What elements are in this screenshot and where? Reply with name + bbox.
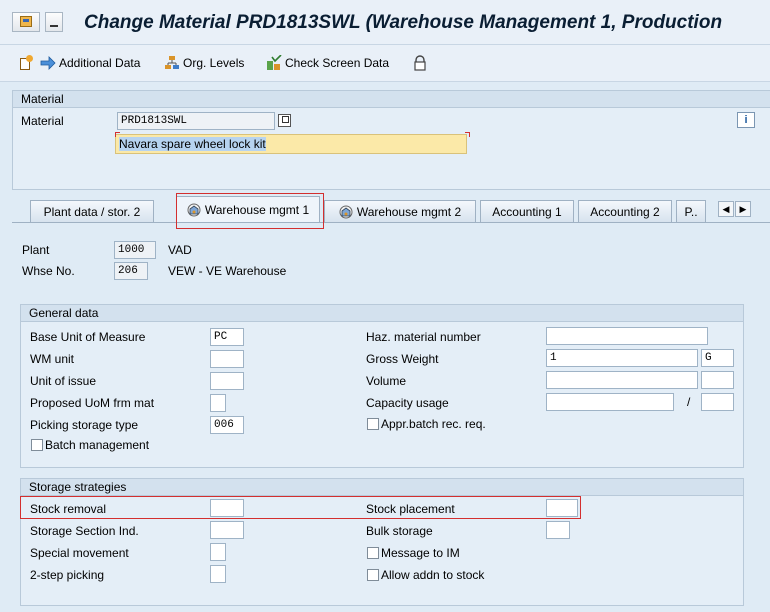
application-toolbar: Additional Data Org. Levels Check Screen… [0,45,770,82]
org-levels-button[interactable]: Org. Levels [164,54,244,72]
plant-field[interactable]: 1000 [114,241,156,259]
batch-management-label: Batch management [45,438,150,452]
material-label: Material [21,114,64,128]
check-screen-data-button[interactable]: Check Screen Data [266,54,389,72]
tab-scroll-right-icon[interactable]: ▶ [735,201,751,217]
allow-addn-checkbox[interactable] [367,569,379,581]
storage-section-label: Storage Section Ind. [30,524,139,538]
two-step-picking-field[interactable] [210,565,226,583]
special-movement-label: Special movement [30,546,129,560]
capacity-usage-label: Capacity usage [366,396,449,410]
tab-plant-data-stor-2[interactable]: Plant data / stor. 2 [30,200,154,222]
plant-label: Plant [22,243,50,257]
weight-unit-field[interactable]: G [701,349,734,367]
haz-material-label: Haz. material number [366,330,481,344]
capacity-unit-field[interactable] [701,393,734,411]
special-movement-field[interactable] [210,543,226,561]
title-bar: Change Material PRD1813SWL (Warehouse Ma… [0,0,770,45]
tab-strip: Plant data / stor. 2 Warehouse mgmt 1 Wa… [12,193,770,223]
gross-weight-field[interactable]: 1 [546,349,698,367]
window-title: Change Material PRD1813SWL (Warehouse Ma… [84,12,723,33]
appr-batch-label: Appr.batch rec. req. [381,417,486,431]
two-step-picking-label: 2-step picking [30,568,105,582]
message-to-im-label: Message to IM [381,546,460,560]
volume-unit-field[interactable] [701,371,734,389]
hierarchy-icon [164,55,180,71]
gross-weight-label: Gross Weight [366,352,439,366]
appr-batch-checkbox[interactable] [367,418,379,430]
highlight-active-tab [176,193,324,229]
material-description-text: Navara spare wheel lock kit [119,137,266,151]
whse-field[interactable]: 206 [114,262,148,280]
bulk-storage-label: Bulk storage [366,524,433,538]
volume-label: Volume [366,374,407,388]
info-icon[interactable]: i [737,112,755,128]
description-marker [465,132,470,137]
highlight-stock-strategies [20,496,581,519]
whse-label: Whse No. [22,264,75,278]
proposed-uom-field[interactable] [210,394,226,412]
picking-storage-type-field[interactable]: 006 [210,416,244,434]
haz-material-field[interactable] [546,327,708,345]
allow-addn-label: Allow addn to stock [381,568,485,582]
system-menu-icon[interactable] [12,12,40,32]
unit-of-issue-field[interactable] [210,372,244,390]
material-description-field[interactable]: Navara spare wheel lock kit [115,134,467,154]
capacity-usage-field[interactable] [546,393,674,411]
proposed-uom-label: Proposed UoM frm mat [30,396,155,410]
minimize-menu-icon[interactable] [45,12,63,32]
tab-warehouse-mgmt-2[interactable]: Warehouse mgmt 2 [324,200,476,222]
create-icon[interactable] [18,54,34,72]
check-screen-data-label: Check Screen Data [285,56,390,70]
material-section-heading: Material [13,91,770,108]
material-section: Material Material PRD1813SWL Navara spar… [12,90,770,190]
additional-data-button[interactable]: Additional Data [40,54,140,72]
check-icon [266,54,282,71]
material-number-field[interactable]: PRD1813SWL [117,112,275,130]
bulk-storage-field[interactable] [546,521,570,539]
org-levels-label: Org. Levels [183,56,245,70]
general-data-heading: General data [21,305,743,322]
description-marker [115,132,120,137]
tab-accounting-1[interactable]: Accounting 1 [480,200,574,222]
arrow-right-icon [40,55,56,71]
lock-icon[interactable] [412,54,428,72]
volume-field[interactable] [546,371,698,389]
unit-of-issue-label: Unit of issue [30,374,97,388]
tab-accounting-2[interactable]: Accounting 2 [578,200,672,222]
storage-section-field[interactable] [210,521,244,539]
message-to-im-checkbox[interactable] [367,547,379,559]
whse-name: VEW - VE Warehouse [168,264,287,278]
tab-scroll-left-icon[interactable]: ◀ [718,201,734,217]
storage-strategies-heading: Storage strategies [21,479,743,496]
tab-more[interactable]: P.. [676,200,706,222]
general-data-group: General data Base Unit of Measure PC WM … [20,304,744,468]
warehouse-icon [339,205,353,219]
wm-unit-label: WM unit [30,352,75,366]
batch-management-checkbox[interactable] [31,439,43,451]
wm-unit-field[interactable] [210,350,244,368]
base-uom-field[interactable]: PC [210,328,244,346]
capacity-separator: / [687,395,691,409]
tab-baseline [12,222,770,223]
base-uom-label: Base Unit of Measure [30,330,146,344]
plant-name: VAD [168,243,192,257]
additional-data-label: Additional Data [59,56,141,70]
picking-storage-type-label: Picking storage type [30,418,139,432]
copy-icon[interactable] [278,114,291,127]
